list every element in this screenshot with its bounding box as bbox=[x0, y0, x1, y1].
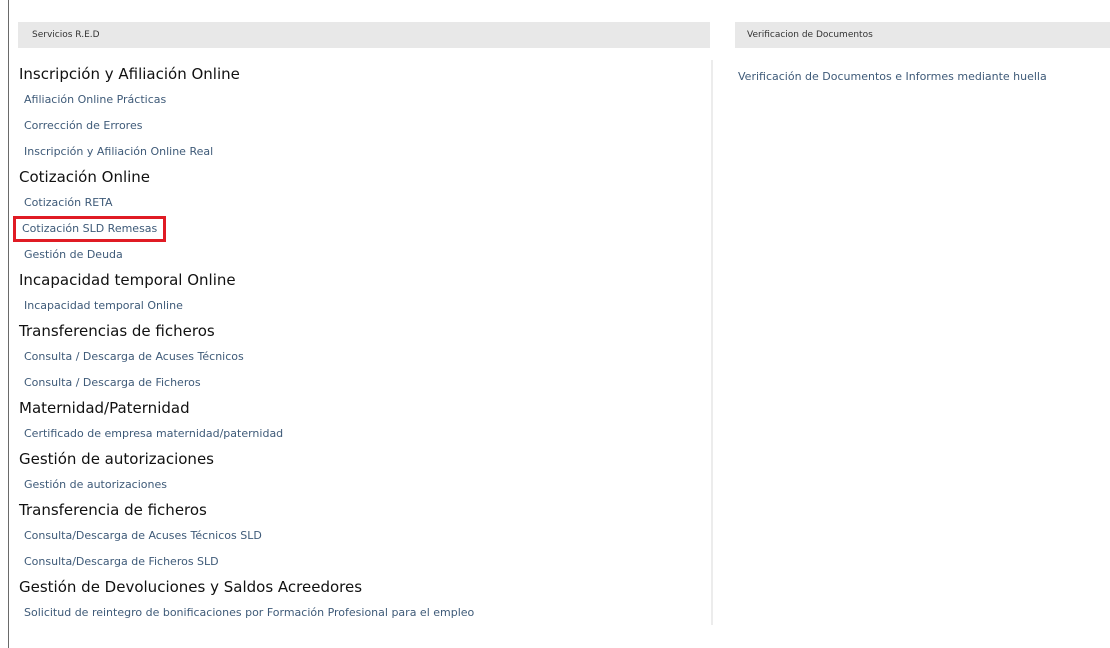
link-consulta-descarga-acuses[interactable]: Consulta / Descarga de Acuses Técnicos bbox=[18, 344, 710, 370]
link-cotizacion-sld-remesas[interactable]: Cotización SLD Remesas bbox=[12, 216, 167, 242]
link-gestion-de-deuda[interactable]: Gestión de Deuda bbox=[18, 242, 710, 268]
page: Servicios R.E.D Inscripción y Afiliación… bbox=[0, 0, 1110, 648]
link-reintegro-bonificaciones[interactable]: Solicitud de reintegro de bonificaciones… bbox=[18, 600, 710, 626]
verificacion-header: Verificacion de Documentos bbox=[735, 22, 1110, 48]
section-title-transferencia-sld: Transferencia de ficheros bbox=[19, 501, 207, 519]
link-ficheros-sld[interactable]: Consulta/Descarga de Ficheros SLD bbox=[18, 549, 710, 575]
link-consulta-descarga-ficheros[interactable]: Consulta / Descarga de Ficheros bbox=[18, 370, 710, 396]
servicios-red-header: Servicios R.E.D bbox=[18, 22, 710, 48]
link-inscripcion-afiliacion-real[interactable]: Inscripción y Afiliación Online Real bbox=[18, 139, 710, 165]
link-acuses-tecnicos-sld[interactable]: Consulta/Descarga de Acuses Técnicos SLD bbox=[18, 523, 710, 549]
section-title-maternidad: Maternidad/Paternidad bbox=[19, 399, 190, 417]
left-border-line bbox=[8, 0, 9, 648]
column-divider bbox=[711, 60, 713, 625]
highlighted-link-row: Cotización SLD Remesas bbox=[12, 216, 710, 242]
servicios-red-list: Inscripción y Afiliación Online Afiliaci… bbox=[12, 48, 710, 626]
link-incapacidad-temporal-online[interactable]: Incapacidad temporal Online bbox=[18, 293, 710, 319]
section-title-incapacidad: Incapacidad temporal Online bbox=[19, 271, 236, 289]
section-title-cotizacion: Cotización Online bbox=[19, 168, 151, 186]
link-correccion-de-errores[interactable]: Corrección de Errores bbox=[18, 113, 710, 139]
section-title-transferencias: Transferencias de ficheros bbox=[19, 322, 215, 340]
verificacion-panel: Verificacion de Documentos Verificación … bbox=[735, 22, 1110, 90]
section-title-autorizaciones: Gestión de autorizaciones bbox=[19, 450, 214, 468]
link-afiliacion-online-practicas[interactable]: Afiliación Online Prácticas bbox=[18, 87, 710, 113]
link-cotizacion-reta[interactable]: Cotización RETA bbox=[18, 190, 710, 216]
verificacion-list: Verificación de Documentos e Informes me… bbox=[735, 48, 1110, 90]
servicios-red-panel: Servicios R.E.D Inscripción y Afiliación… bbox=[12, 22, 710, 626]
link-gestion-autorizaciones[interactable]: Gestión de autorizaciones bbox=[18, 472, 710, 498]
section-title-inscripcion: Inscripción y Afiliación Online bbox=[19, 65, 240, 83]
link-verificacion-huella[interactable]: Verificación de Documentos e Informes me… bbox=[735, 64, 1110, 90]
link-certificado-maternidad[interactable]: Certificado de empresa maternidad/patern… bbox=[18, 421, 710, 447]
section-title-devoluciones: Gestión de Devoluciones y Saldos Acreedo… bbox=[19, 578, 363, 596]
